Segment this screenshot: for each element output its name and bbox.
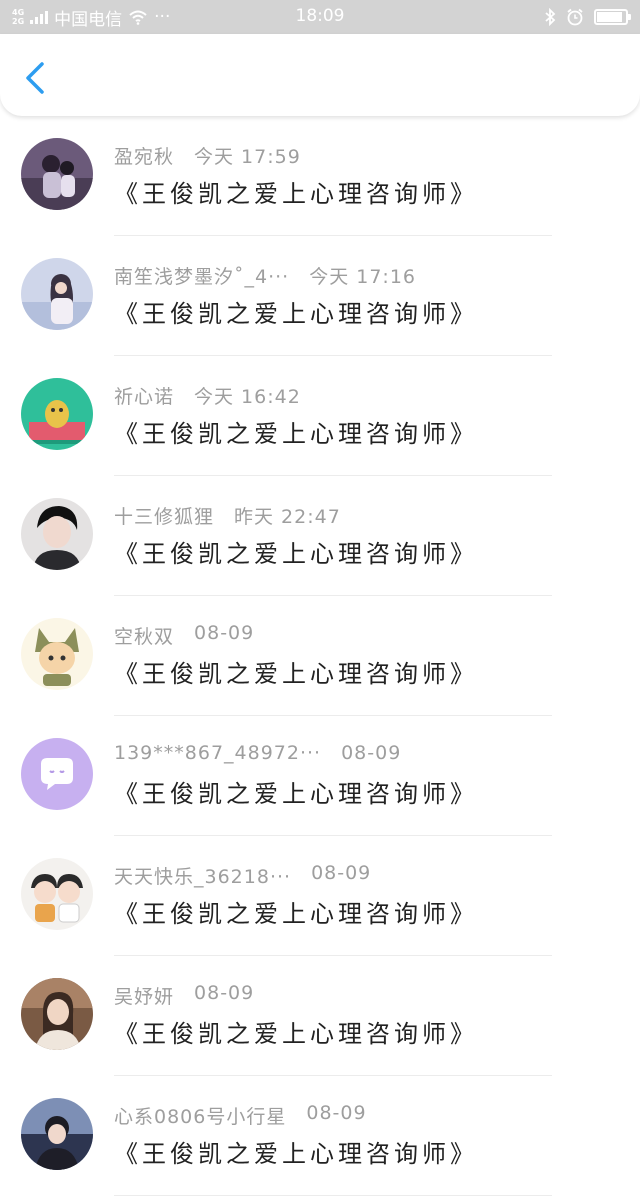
message-text: 《王俊凯之爱上心理咨询师》	[114, 1020, 478, 1048]
timestamp: 今天 16:42	[194, 386, 301, 408]
user-name[interactable]: 十三修狐狸	[114, 502, 214, 529]
timestamp: 08-09	[311, 862, 372, 884]
signal-icon	[30, 10, 49, 24]
avatar[interactable]	[21, 498, 93, 570]
reader-list: 盈宛秋 今天 17:59 《王俊凯之爱上心理咨询师》 南笙浅梦墨汐˚_4··· …	[0, 116, 640, 1196]
message-text: 《王俊凯之爱上心理咨询师》	[114, 780, 478, 808]
timestamp: 08-09	[341, 742, 402, 764]
item-meta: 吴妤妍 08-09	[114, 982, 254, 1009]
status-right	[544, 8, 631, 26]
message-text: 《王俊凯之爱上心理咨询师》	[114, 180, 478, 208]
list-item[interactable]: 心系0806号小行星 08-09 《王俊凯之爱上心理咨询师》	[0, 1076, 640, 1196]
carrier-name: 中国电信	[54, 9, 123, 30]
network-type-bottom: 2G	[12, 17, 25, 26]
list-item[interactable]: 139***867_48972··· 08-09 《王俊凯之爱上心理咨询师》	[0, 716, 640, 836]
network-type: 4G 2G	[12, 8, 24, 26]
list-item[interactable]: 祈心诺 今天 16:42 《王俊凯之爱上心理咨询师》	[0, 356, 640, 476]
item-meta: 心系0806号小行星 08-09	[114, 1102, 367, 1129]
timestamp: 08-09	[194, 982, 255, 1004]
list-item[interactable]: 天天快乐_36218··· 08-09 《王俊凯之爱上心理咨询师》	[0, 836, 640, 956]
item-meta: 十三修狐狸 昨天 22:47	[114, 502, 341, 529]
message-text: 《王俊凯之爱上心理咨询师》	[114, 540, 478, 568]
network-type-top: 4G	[12, 8, 25, 17]
alarm-icon	[567, 8, 583, 26]
item-meta: 祈心诺 今天 16:42	[114, 382, 301, 409]
item-meta: 空秋双 08-09	[114, 622, 254, 649]
message-text: 《王俊凯之爱上心理咨询师》	[114, 900, 478, 928]
avatar[interactable]	[21, 258, 93, 330]
message-text: 《王俊凯之爱上心理咨询师》	[114, 1140, 478, 1168]
timestamp: 昨天 22:47	[234, 506, 341, 528]
message-text: 《王俊凯之爱上心理咨询师》	[114, 300, 478, 328]
user-name[interactable]: 吴妤妍	[114, 982, 174, 1009]
avatar[interactable]	[21, 1098, 93, 1170]
battery-icon	[594, 9, 631, 25]
avatar[interactable]	[21, 618, 93, 690]
avatar[interactable]	[21, 378, 93, 450]
timestamp: 今天 17:16	[309, 266, 417, 288]
back-button[interactable]	[18, 58, 52, 98]
item-meta: 南笙浅梦墨汐˚_4··· 今天 17:16	[114, 262, 416, 289]
list-item[interactable]: 盈宛秋 今天 17:59 《王俊凯之爱上心理咨询师》	[0, 116, 640, 236]
user-name[interactable]: 空秋双	[114, 622, 174, 649]
message-text: 《王俊凯之爱上心理咨询师》	[114, 660, 478, 688]
status-left: 4G 2G 中国电信 ···	[12, 5, 544, 30]
wifi-icon	[129, 10, 147, 25]
timestamp: 08-09	[306, 1102, 367, 1124]
avatar[interactable]	[21, 978, 93, 1050]
header-bar	[0, 34, 640, 116]
bluetooth-icon	[545, 8, 556, 26]
user-name[interactable]: 139***867_48972···	[114, 742, 321, 764]
default-chat-bubble-avatar	[21, 738, 93, 810]
timestamp: 今天 17:59	[194, 146, 301, 168]
avatar[interactable]	[21, 738, 93, 810]
message-text: 《王俊凯之爱上心理咨询师》	[114, 420, 478, 448]
user-name[interactable]: 祈心诺	[114, 382, 174, 409]
user-name[interactable]: 天天快乐_36218···	[114, 862, 291, 889]
list-item[interactable]: 空秋双 08-09 《王俊凯之爱上心理咨询师》	[0, 596, 640, 716]
avatar[interactable]	[21, 858, 93, 930]
timestamp: 08-09	[194, 622, 255, 644]
item-meta: 139***867_48972··· 08-09	[114, 742, 401, 764]
list-item[interactable]: 吴妤妍 08-09 《王俊凯之爱上心理咨询师》	[0, 956, 640, 1076]
list-item[interactable]: 南笙浅梦墨汐˚_4··· 今天 17:16 《王俊凯之爱上心理咨询师》	[0, 236, 640, 356]
item-meta: 盈宛秋 今天 17:59	[114, 142, 301, 169]
more-notifications-dots: ···	[154, 7, 171, 27]
battery-level	[597, 12, 622, 22]
user-name[interactable]: 心系0806号小行星	[114, 1102, 286, 1129]
chevron-left-icon	[26, 62, 44, 94]
item-meta: 天天快乐_36218··· 08-09	[114, 862, 371, 889]
list-item[interactable]: 十三修狐狸 昨天 22:47 《王俊凯之爱上心理咨询师》	[0, 476, 640, 596]
user-name[interactable]: 盈宛秋	[114, 142, 174, 169]
avatar[interactable]	[21, 138, 93, 210]
status-bar: 4G 2G 中国电信 ··· 18:09	[0, 0, 640, 34]
user-name[interactable]: 南笙浅梦墨汐˚_4···	[114, 262, 289, 289]
